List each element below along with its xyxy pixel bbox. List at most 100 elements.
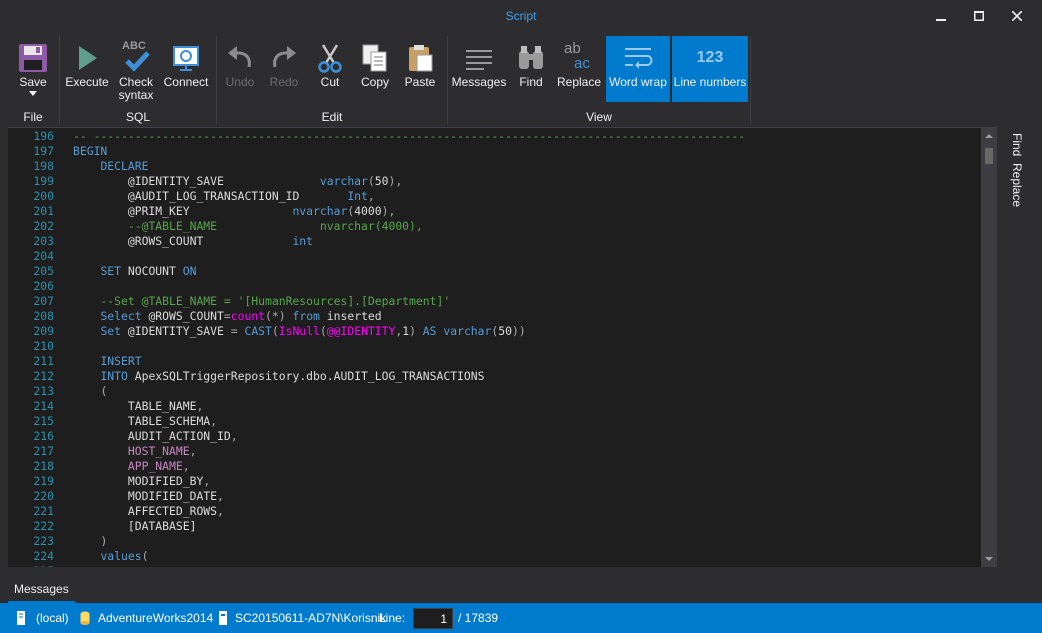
group-label-file: File (23, 110, 43, 124)
replace-icon-text-bottom: ac (574, 55, 590, 72)
code-line[interactable]: Set @IDENTITY_SAVE = CAST(IsNull(@@IDENT… (73, 324, 525, 339)
check-syntax-icon: ABC (119, 40, 153, 76)
minimize-icon (936, 19, 946, 21)
code-line[interactable]: @AUDIT_LOG_TRANSACTION_ID Int, (73, 189, 375, 204)
copy-button[interactable]: Copy (354, 36, 396, 102)
line-number: 206 (33, 279, 54, 293)
maximize-button[interactable] (964, 4, 994, 28)
line-number: 199 (33, 174, 54, 188)
group-divider (750, 36, 751, 124)
close-button[interactable] (1002, 4, 1032, 28)
check-syntax-button[interactable]: ABC Check syntax (112, 36, 160, 102)
lines-icon (462, 40, 496, 76)
line-total: / 17839 (458, 611, 499, 625)
database-icon (80, 611, 90, 625)
line-number-input[interactable] (413, 608, 453, 629)
server-icon (17, 611, 25, 625)
play-icon (70, 40, 104, 76)
line-number: 222 (33, 519, 54, 533)
messages-button[interactable]: Messages (451, 36, 507, 102)
vertical-scrollbar[interactable] (981, 128, 997, 567)
code-line[interactable]: HOST_NAME, (73, 444, 197, 459)
find-button[interactable]: Find (511, 36, 551, 102)
line-number: 215 (33, 414, 54, 428)
line-number: 196 (33, 129, 54, 143)
code-line[interactable]: ) (73, 534, 107, 549)
code-line[interactable]: TABLE_SCHEMA, (73, 414, 217, 429)
chevron-down-icon (29, 91, 37, 96)
line-number: 209 (33, 324, 54, 338)
line-number: 200 (33, 189, 54, 203)
code-line[interactable]: MODIFIED_BY, (73, 474, 210, 489)
code-line[interactable]: values( (73, 549, 148, 564)
code-line[interactable]: @PRIM_KEY nvarchar(4000), (73, 204, 395, 219)
database-name: AdventureWorks2014 (98, 611, 214, 625)
code-line[interactable]: BEGIN (73, 144, 107, 159)
code-line[interactable]: SET NOCOUNT ON (73, 264, 196, 279)
code-line[interactable]: --Set @TABLE_NAME = '[HumanResources].[D… (73, 294, 450, 309)
line-number: 224 (33, 549, 54, 563)
replace-icon: ab ac (562, 40, 596, 76)
code-line[interactable]: TABLE_NAME, (73, 399, 203, 414)
code-line[interactable]: ( (73, 384, 107, 399)
line-number: 223 (33, 534, 54, 548)
word-wrap-toggle[interactable]: Word wrap (606, 36, 670, 102)
code-line[interactable]: INSERT (73, 354, 141, 369)
connect-button[interactable]: Connect (162, 36, 210, 102)
code-line[interactable]: Select @ROWS_COUNT=count(*) from inserte… (73, 309, 381, 324)
server-name: (local) (36, 611, 69, 625)
title-bar: Script (0, 0, 1042, 32)
code-line[interactable]: --@TABLE_NAME nvarchar(4000), (73, 219, 423, 234)
code-line[interactable]: AUDIT_ACTION_ID, (73, 429, 238, 444)
paste-button[interactable]: Paste (400, 36, 440, 102)
connect-icon (169, 40, 203, 76)
code-line[interactable]: APP_NAME, (73, 459, 190, 474)
ribbon-toolbar: Save File Execute ABC Check syntax Conne… (8, 34, 1040, 126)
code-line[interactable]: @IDENTITY_SAVE varchar(50), (73, 174, 402, 189)
line-number: 212 (33, 369, 54, 383)
code-line[interactable]: DECLARE (73, 159, 148, 174)
scroll-up-icon[interactable] (981, 130, 997, 142)
redo-button[interactable]: Redo (264, 36, 304, 102)
tab-messages[interactable]: Messages (8, 577, 75, 603)
scroll-down-icon[interactable] (981, 553, 997, 565)
maximize-icon (974, 11, 984, 21)
undo-button[interactable]: Undo (220, 36, 260, 102)
floppy-disk-icon (16, 40, 50, 76)
line-number: 216 (33, 429, 54, 443)
scrollbar-thumb[interactable] (985, 148, 993, 164)
code-editor[interactable]: 196 197 198 199 200 201 202 203 204 205 206 207 208 2… (8, 127, 997, 567)
line-number: 197 (33, 144, 54, 158)
save-button[interactable]: Save (10, 36, 56, 102)
code-line[interactable]: MODIFIED_DATE, (73, 489, 224, 504)
close-icon (1012, 11, 1022, 21)
line-number: 207 (33, 294, 54, 308)
computer-icon (219, 611, 227, 625)
line-numbers-toggle[interactable]: 123 Line numbers (672, 36, 748, 102)
line-number: 202 (33, 219, 54, 233)
line-number: 219 (33, 474, 54, 488)
replace-button[interactable]: ab ac Replace (556, 36, 602, 102)
undo-icon (223, 40, 257, 76)
code-line[interactable]: [DATABASE] (73, 519, 197, 534)
group-label-view: View (586, 110, 612, 124)
tab-find[interactable]: Find (1010, 133, 1024, 156)
execute-button[interactable]: Execute (64, 36, 110, 102)
status-server: (local) (16, 611, 69, 625)
cut-button[interactable]: Cut (310, 36, 350, 102)
line-number: 218 (33, 459, 54, 473)
code-area[interactable]: -- -------------------------------------… (73, 128, 981, 567)
line-number: 213 (33, 384, 54, 398)
code-line[interactable]: @ROWS_COUNT int (73, 234, 313, 249)
binoculars-icon (514, 40, 548, 76)
line-label: Line: (379, 611, 406, 625)
tab-replace[interactable]: Replace (1010, 163, 1024, 207)
line-number: 210 (33, 339, 54, 353)
code-line[interactable]: AFFECTED_ROWS, (73, 504, 224, 519)
line-numbers-icon-text: 123 (696, 49, 724, 66)
line-number: 205 (33, 264, 54, 278)
code-line[interactable]: -- -------------------------------------… (73, 129, 745, 144)
status-database: AdventureWorks2014 (80, 611, 213, 625)
minimize-button[interactable] (926, 4, 956, 28)
code-line[interactable]: INTO ApexSQLTriggerRepository.dbo.AUDIT_… (73, 369, 484, 384)
